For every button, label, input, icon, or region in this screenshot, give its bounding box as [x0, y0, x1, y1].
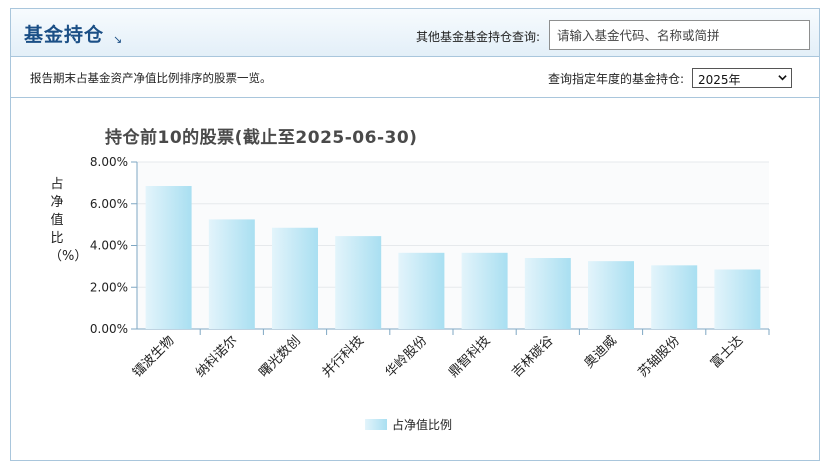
holdings-description: 报告期末占基金资产净值比例排序的股票一览。	[30, 71, 272, 85]
x-tick-label: 镭波生物	[130, 333, 177, 380]
bar-10	[714, 269, 761, 329]
holdings-chart: 0.00% 2.00% 4.00% 6.00% 8.00% 镭波生物 纳科诺尔 曙光数创 并行科…	[11, 98, 819, 461]
bar-7	[524, 258, 571, 329]
bar-4	[335, 236, 382, 329]
bar-1	[145, 186, 192, 329]
bar-chart-svg: 0.00% 2.00% 4.00% 6.00% 8.00% 镭波生物 纳科诺尔 曙光数创 并行科…	[90, 155, 770, 432]
query-bar: 报告期末占基金资产净值比例排序的股票一览。 查询指定年度的基金持仓: 2025年	[11, 57, 819, 98]
panel-title: 基金持仓	[24, 24, 105, 46]
y-tick-label: 0.00%	[90, 322, 128, 336]
chevron-down-icon	[778, 75, 787, 81]
y-tick-label: 2.00%	[90, 280, 128, 294]
bar-6	[461, 252, 508, 329]
panel-header: 基金持仓 ↘ 其他基金基金持仓查询:	[11, 9, 819, 57]
expand-arrow-icon[interactable]: ↘	[113, 33, 122, 46]
bar-3	[272, 227, 318, 329]
bar-9	[651, 265, 698, 329]
bar-8	[588, 261, 634, 329]
x-tick-label: 奥迪威	[582, 333, 620, 371]
x-tick-label: 并行科技	[320, 333, 367, 380]
y-axis-title: 占净值比（%）	[49, 177, 88, 264]
year-select-label: 查询指定年度的基金持仓:	[548, 72, 685, 86]
x-tick-label: 鼎智科技	[446, 333, 493, 380]
bar-5	[398, 252, 445, 329]
fund-search-input[interactable]	[549, 20, 810, 50]
x-tick-label: 苏轴股份	[635, 333, 683, 381]
y-tick-label: 6.00%	[90, 197, 128, 211]
x-tick-label: 吉林碳谷	[509, 333, 556, 380]
y-tick-label: 4.00%	[90, 239, 128, 253]
bar-2	[208, 219, 255, 329]
legend-swatch	[365, 419, 387, 430]
year-select-value: 2025年	[698, 73, 741, 87]
x-tick-label: 曙光数创	[256, 333, 303, 380]
x-tick-label: 华岭股份	[383, 333, 430, 380]
x-tick-label: 纳科诺尔	[193, 333, 240, 380]
y-tick-label: 8.00%	[90, 155, 128, 169]
other-fund-search-label: 其他基金基金持仓查询:	[416, 30, 541, 44]
year-select[interactable]: 2025年	[692, 68, 792, 88]
x-tick-label: 富士达	[707, 333, 746, 372]
legend-label: 占净值比例	[392, 417, 452, 432]
chart-title: 持仓前10的股票(截止至2025-06-30)	[105, 128, 418, 148]
fund-holdings-panel: 基金持仓 ↘ 其他基金基金持仓查询: 报告期末占基金资产净值比例排序的股票一览。…	[10, 8, 820, 461]
